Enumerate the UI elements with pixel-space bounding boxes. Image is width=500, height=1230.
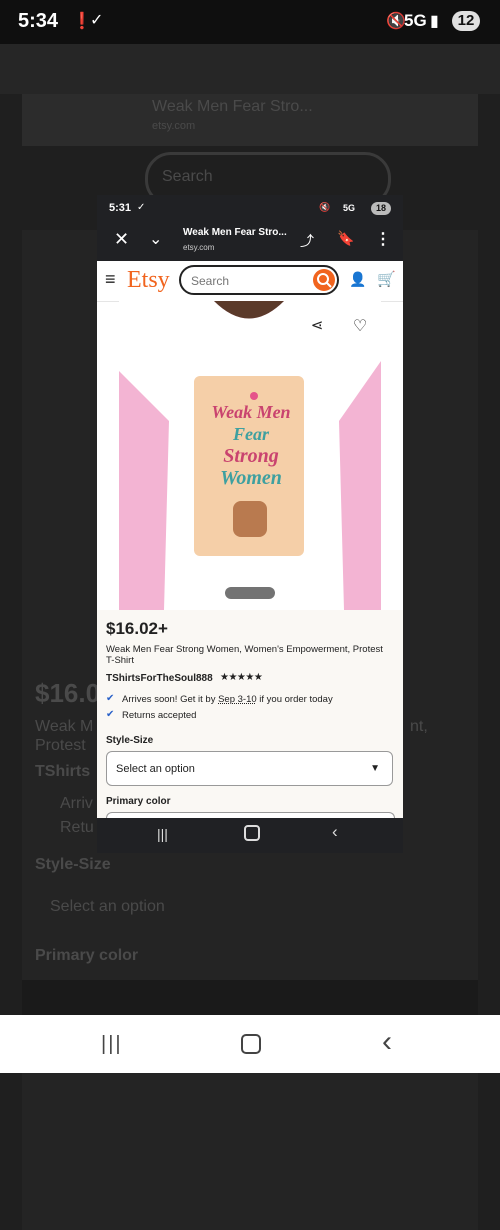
check-circle-icon: ✓	[90, 12, 104, 29]
back-icon[interactable]: ‹	[332, 822, 338, 842]
alert-icon: ❗	[72, 13, 92, 30]
select-value: Select an option	[116, 763, 195, 775]
chevron-down-icon[interactable]: ⌄	[149, 229, 162, 249]
arrives-date[interactable]: Sep 3-10	[218, 694, 257, 705]
share-icon: ⋖	[310, 317, 324, 334]
mute-icon: 🔇	[386, 13, 406, 30]
fist-illustration	[233, 501, 267, 537]
background-toolbar	[0, 44, 500, 94]
search-input[interactable]	[189, 273, 303, 289]
style-size-select[interactable]: Select an option ▼	[106, 751, 393, 786]
product-details: $16.02+ Weak Men Fear Strong Women, Wome…	[97, 610, 403, 853]
shop-name[interactable]: TShirtsForTheSoul888	[106, 673, 213, 684]
signal-icon: ▮	[430, 13, 439, 30]
etsy-logo[interactable]: Etsy	[127, 267, 170, 294]
account-icon[interactable]: 👤	[349, 271, 366, 288]
menu-icon[interactable]: ≡	[105, 269, 116, 290]
product-price: $16.02+	[106, 619, 168, 638]
shirt-text-line: Strong	[223, 445, 279, 467]
home-icon[interactable]	[241, 1034, 261, 1054]
phone-mute-icon: 🔇	[319, 202, 331, 212]
background-returns: Retu	[60, 819, 94, 836]
background-tab-bar: Weak Men Fear Stro... etsy.com	[22, 94, 478, 146]
background-select-option: Select an option	[50, 898, 165, 915]
home-icon[interactable]	[244, 825, 260, 841]
recent-apps-icon[interactable]: |||	[101, 1033, 123, 1056]
shirt-text-line: Women	[220, 467, 282, 489]
bookmark-icon[interactable]: 🔖	[337, 230, 354, 247]
arrives-suffix: if you order today	[256, 694, 333, 705]
phone-nav-bar: ||| ‹	[97, 818, 403, 853]
phone-tab-title: Weak Men Fear Stro...	[183, 227, 287, 238]
background-search-placeholder: Search	[162, 168, 213, 185]
phone-status-bar: 5:31 ✓ 🔇 5G 18	[97, 195, 403, 221]
shirt-text: Weak Men Fear Strong Women	[203, 401, 299, 489]
image-carousel-dots[interactable]	[225, 587, 275, 599]
background-arrives: Arriv	[60, 795, 93, 812]
style-size-label: Style-Size	[106, 735, 154, 746]
phone-battery-badge: 18	[371, 202, 391, 215]
phone-tab-domain: etsy.com	[183, 243, 215, 252]
search-field[interactable]	[179, 265, 339, 295]
favorite-button[interactable]: ♡	[344, 311, 376, 343]
recent-apps-icon[interactable]: |||	[157, 826, 168, 842]
background-title-2: Protest	[35, 737, 86, 754]
background-shop: TShirts	[35, 763, 91, 780]
background-primary-color-label: Primary color	[35, 947, 139, 964]
more-vertical-icon[interactable]: ⋮	[375, 229, 391, 249]
background-title-right: nt,	[410, 718, 428, 735]
phone-check-icon: ✓	[137, 202, 146, 213]
phone-network-label: 5G	[343, 203, 356, 213]
heart-icon: ♡	[352, 318, 368, 335]
battery-badge: 12	[452, 11, 480, 31]
check-icon: ✔	[106, 693, 115, 704]
arrives-text: Arrives soon! Get it by Sep 3-10 if you …	[122, 694, 333, 705]
phone-browser-toolbar: ✕ ⌄ Weak Men Fear Stro... etsy.com ⤴ 🔖 ⋮	[97, 221, 403, 261]
status-time: 5:34	[18, 10, 59, 32]
search-icon	[317, 273, 332, 288]
background-tab-domain: etsy.com	[152, 120, 196, 132]
share-icon[interactable]: ⤴	[300, 231, 314, 251]
background-nav	[22, 980, 478, 1020]
shirt-text-line: Fear	[233, 424, 269, 444]
product-photo[interactable]: Weak Men Fear Strong Women ♡ ⋖	[119, 301, 381, 610]
background-style-size-label: Style-Size	[35, 856, 111, 873]
share-button[interactable]: ⋖	[302, 311, 332, 341]
phone-screenshot: 5:31 ✓ 🔇 5G 18 ✕ ⌄ Weak Men Fear Stro...…	[97, 195, 403, 853]
close-icon[interactable]: ✕	[114, 229, 129, 250]
arrives-prefix: Arrives soon! Get it by	[122, 694, 219, 705]
primary-color-label: Primary color	[106, 796, 171, 807]
shirt-text-line: Weak Men	[211, 402, 291, 422]
system-nav-bar: ||| ‹	[0, 1015, 500, 1073]
back-icon[interactable]: ‹	[382, 1025, 392, 1059]
cart-icon[interactable]: 🛒	[377, 270, 396, 288]
check-icon: ✔	[106, 709, 115, 720]
rating-stars: ★★★★★	[220, 672, 263, 683]
caret-down-icon: ▼	[370, 763, 380, 774]
background-title-1: Weak M	[35, 718, 94, 735]
background-tab-title: Weak Men Fear Stro...	[152, 98, 313, 115]
phone-status-time: 5:31	[109, 202, 132, 214]
etsy-header: ≡ Etsy 👤 🛒	[97, 261, 403, 302]
product-title: Weak Men Fear Strong Women, Women's Empo…	[106, 644, 383, 666]
background-price: $16.0	[35, 678, 101, 708]
returns-text: Returns accepted	[122, 710, 197, 721]
search-button[interactable]	[313, 269, 335, 291]
network-label: 5G	[404, 11, 427, 30]
status-bar: 5:34 ❗ ✓ 🔇 5G ▮ 12	[0, 0, 500, 44]
